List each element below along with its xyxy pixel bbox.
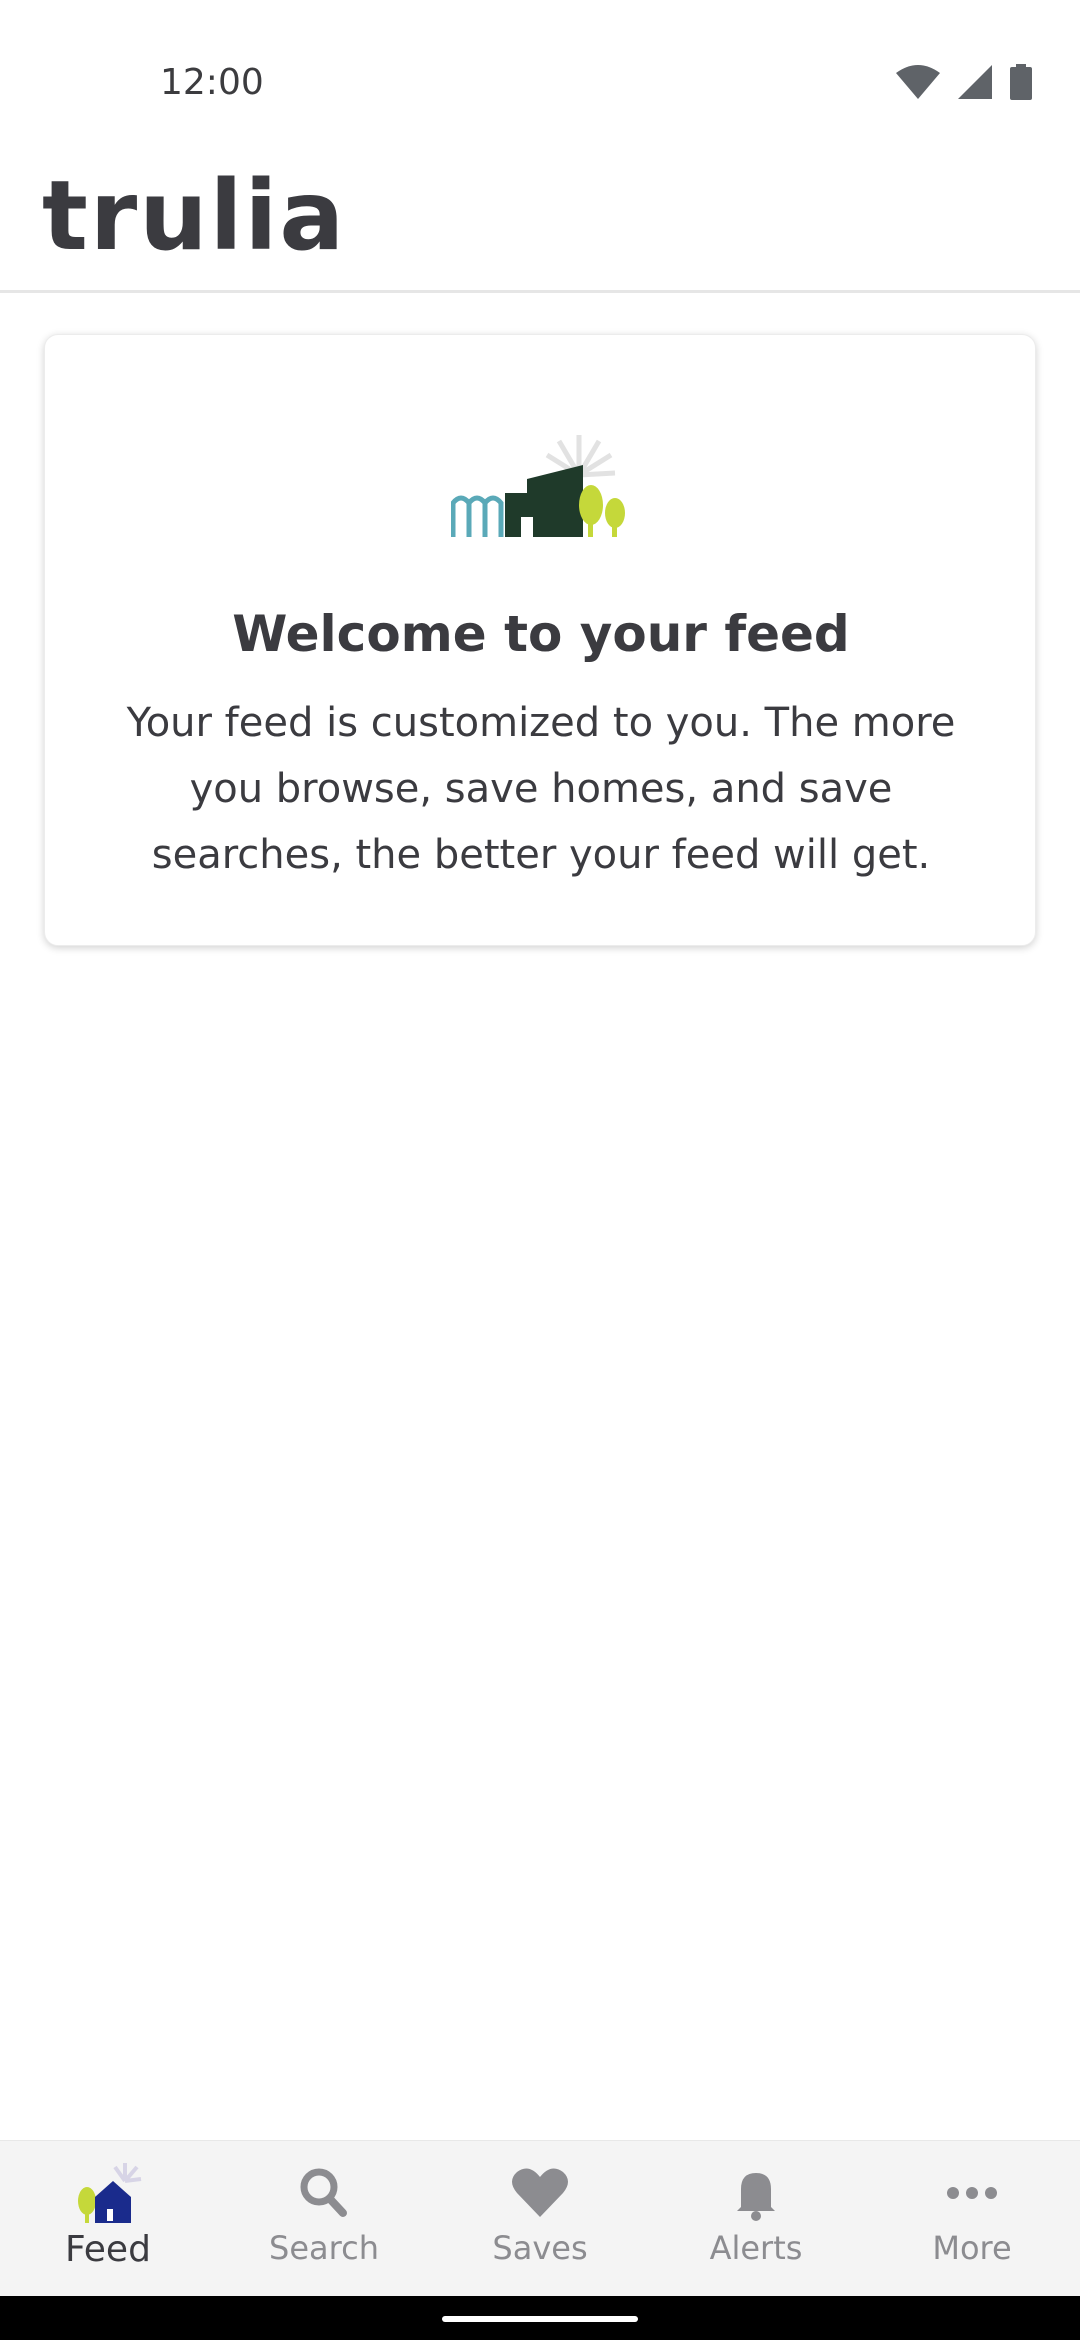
bottom-navigation: Feed Search Saves Alerts More [0, 2140, 1080, 2297]
screen: 12:00 trulia Welcome to your feed Your f… [0, 0, 1080, 2340]
nav-label-more: More [932, 2229, 1012, 2267]
status-bar: 12:00 [0, 0, 1080, 140]
more-dots-icon [947, 2187, 997, 2199]
trulia-logo: trulia [42, 160, 347, 272]
home-gesture-handle[interactable] [442, 2316, 638, 2322]
status-time: 12:00 [160, 62, 264, 103]
nav-item-alerts[interactable]: Alerts [648, 2141, 864, 2297]
feed-neighborhood-illustration [451, 435, 625, 537]
search-icon [300, 2168, 347, 2217]
status-icons [896, 64, 1032, 100]
nav-item-search[interactable]: Search [216, 2141, 432, 2297]
app-header: trulia [0, 140, 1080, 293]
cellular-icon [958, 65, 992, 99]
nav-label-alerts: Alerts [709, 2229, 803, 2267]
system-navigation-bar [0, 2296, 1080, 2340]
nav-label-feed: Feed [65, 2229, 151, 2270]
welcome-card: Welcome to your feed Your feed is custom… [44, 334, 1036, 946]
welcome-description: Your feed is customized to you. The more… [126, 700, 956, 878]
heart-icon [512, 2168, 568, 2217]
nav-item-feed[interactable]: Feed [0, 2141, 216, 2297]
battery-icon [1010, 64, 1032, 100]
nav-item-saves[interactable]: Saves [432, 2141, 648, 2297]
wifi-icon [896, 65, 940, 99]
feed-house-icon [78, 2163, 142, 2223]
nav-label-search: Search [269, 2229, 379, 2267]
bell-icon [737, 2173, 775, 2221]
welcome-title: Welcome to your feed [232, 605, 850, 663]
nav-item-more[interactable]: More [864, 2141, 1080, 2297]
nav-label-saves: Saves [492, 2229, 588, 2267]
